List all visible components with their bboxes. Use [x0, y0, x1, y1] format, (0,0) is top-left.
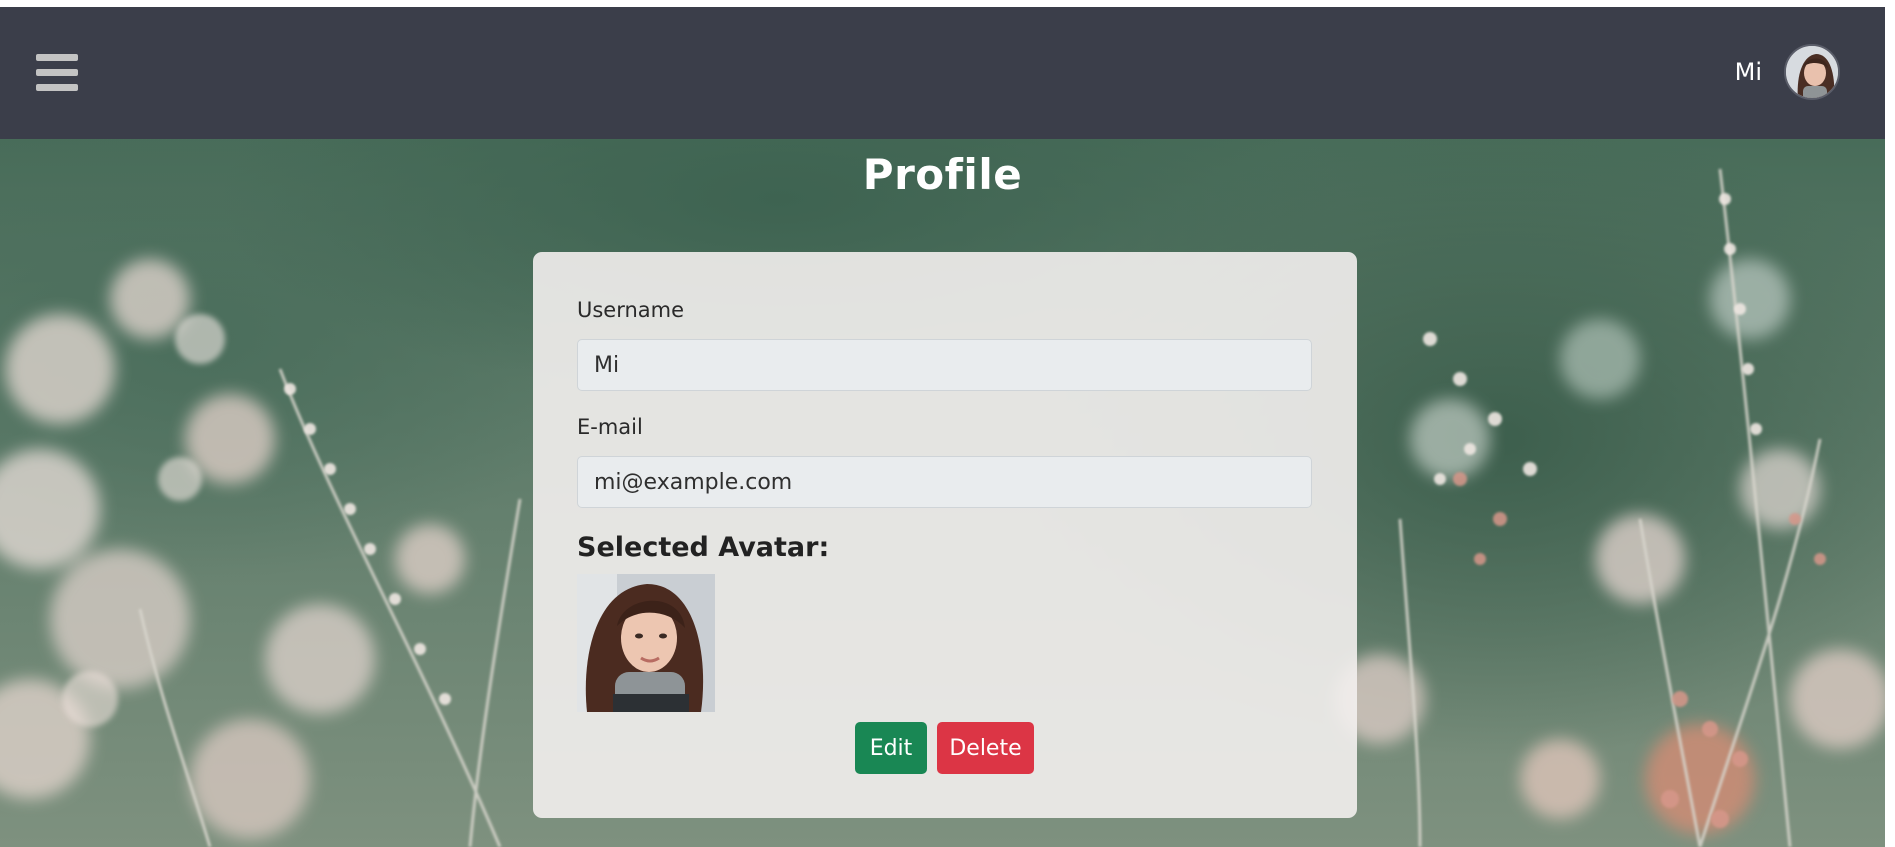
user-menu[interactable]: Mi — [1735, 42, 1840, 102]
delete-button[interactable]: Delete — [937, 722, 1034, 774]
hamburger-bar — [36, 84, 78, 91]
email-input[interactable] — [577, 456, 1312, 508]
window-gutter — [1885, 0, 1895, 847]
email-label: E-mail — [577, 415, 643, 439]
avatar-portrait — [577, 574, 715, 712]
avatar-portrait — [1786, 46, 1838, 98]
page-title: Profile — [862, 150, 1023, 199]
nav-username: Mi — [1734, 58, 1762, 86]
username-label: Username — [577, 298, 685, 322]
top-navbar: Mi — [0, 7, 1885, 139]
selected-avatar-heading: Selected Avatar: — [577, 532, 830, 563]
user-avatar[interactable] — [1784, 44, 1840, 100]
profile-card: Username E-mail Selected Avatar: Edit De… — [533, 252, 1357, 818]
username-input[interactable] — [577, 339, 1312, 391]
selected-avatar-image — [577, 574, 715, 712]
hamburger-bar — [36, 69, 78, 76]
app-frame: Mi Profile Username E-mail Selected Avat… — [0, 0, 1885, 847]
hamburger-menu-icon[interactable] — [36, 52, 78, 94]
edit-button[interactable]: Edit — [855, 722, 927, 774]
hamburger-bar — [36, 54, 78, 61]
